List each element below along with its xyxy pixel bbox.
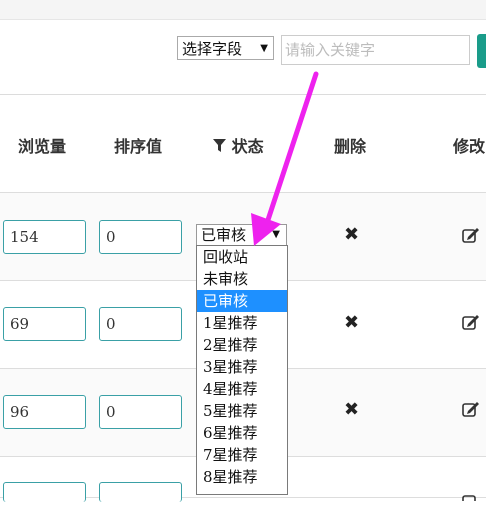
header-sort: 排序值 [114,137,163,156]
close-icon[interactable]: ✖ [344,312,359,333]
dropdown-option[interactable]: 2星推荐 [197,334,287,356]
filter-icon [213,138,226,157]
status-select-value: 已审核 [201,226,247,244]
dropdown-option[interactable]: 4星推荐 [197,378,287,400]
header-status-label: 状态 [231,137,264,156]
dropdown-option[interactable]: 回收站 [197,246,287,268]
sort-input[interactable] [99,220,182,254]
dropdown-option[interactable]: 7星推荐 [197,444,287,466]
close-icon[interactable]: ✖ [344,399,359,420]
views-input[interactable] [3,220,86,254]
caret-down-icon: ▼ [272,229,280,240]
dropdown-option-selected[interactable]: 已审核 [197,290,287,312]
sort-input[interactable] [99,307,182,341]
status-dropdown-list: 回收站 未审核 已审核 1星推荐 2星推荐 3星推荐 4星推荐 5星推荐 6星推… [196,245,288,495]
views-input[interactable] [3,395,86,429]
keyword-input[interactable] [281,35,470,65]
dropdown-option[interactable]: 6星推荐 [197,422,287,444]
views-input[interactable] [3,307,86,341]
search-button[interactable] [477,34,486,68]
field-select-value: 选择字段 [182,40,243,58]
dropdown-option[interactable]: 1星推荐 [197,312,287,334]
close-icon[interactable]: ✖ [344,224,359,245]
edit-icon[interactable] [462,227,480,247]
edit-icon[interactable] [462,401,480,421]
edit-icon[interactable] [462,486,480,505]
header-status[interactable]: 状态 [213,133,264,157]
header-edit: 修改 [453,137,486,156]
top-strip [0,0,486,20]
views-input[interactable] [3,482,86,502]
dropdown-option[interactable]: 5星推荐 [197,400,287,422]
field-select[interactable]: 选择字段 ▼ [177,36,274,60]
caret-down-icon: ▼ [260,43,268,54]
dropdown-option[interactable]: 3星推荐 [197,356,287,378]
dropdown-option[interactable]: 8星推荐 [197,466,287,488]
sort-input[interactable] [99,395,182,429]
status-select[interactable]: 已审核 ▼ [196,224,287,246]
dropdown-option[interactable]: 未审核 [197,268,287,290]
edit-icon[interactable] [462,314,480,334]
header-delete: 删除 [334,137,367,156]
sort-input[interactable] [99,482,182,502]
header-views: 浏览量 [18,137,67,156]
